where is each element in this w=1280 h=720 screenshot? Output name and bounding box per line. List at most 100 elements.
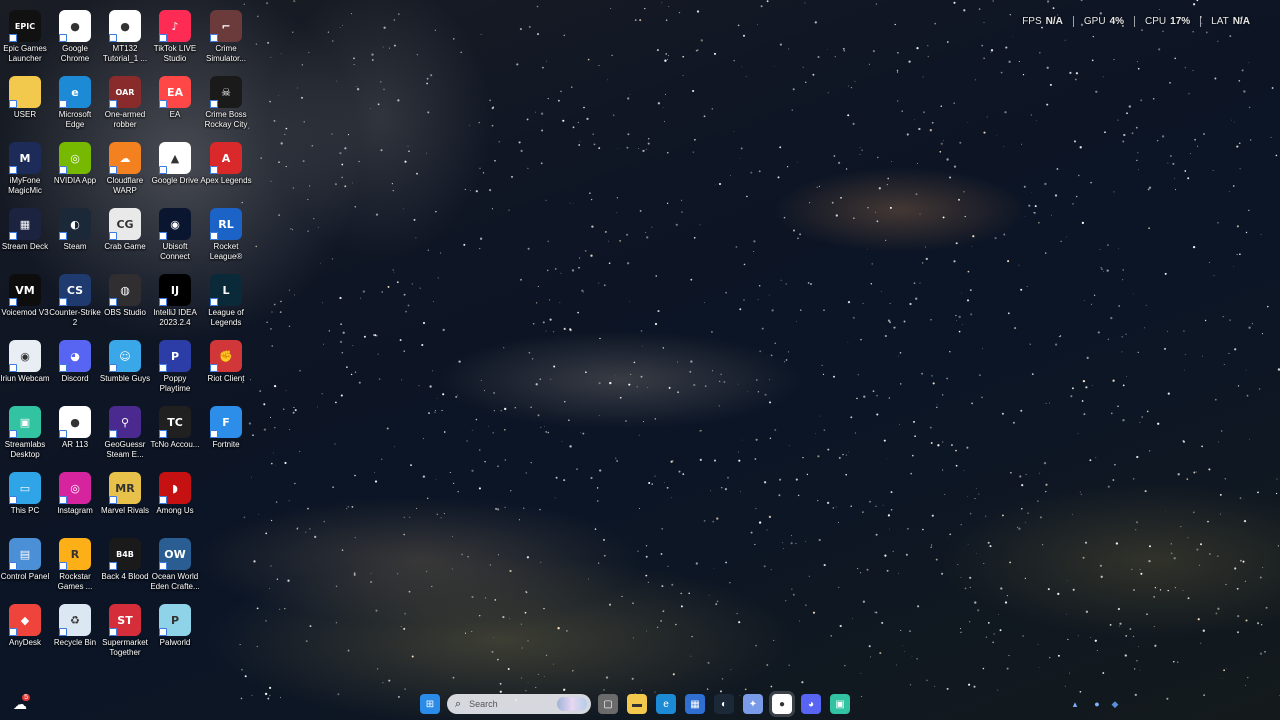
desktop-shortcut-label: Recycle Bin — [53, 638, 97, 647]
desktop-shortcut[interactable]: ⌐ Crime Simulator... — [201, 10, 251, 64]
webcam-icon: ◉ — [9, 340, 41, 372]
desktop-shortcut[interactable]: ☠ Crime Boss Rockay City — [201, 76, 251, 130]
desktop-shortcut[interactable]: ▤ Control Panel — [0, 538, 50, 582]
cloudflare-icon: ☁ — [109, 142, 141, 174]
steam-icon[interactable]: ◐ — [714, 694, 734, 714]
desktop-shortcut[interactable]: TC TcNo Accou... — [150, 406, 200, 450]
desktop-shortcut[interactable]: ● AR 113 — [50, 406, 100, 450]
desktop-shortcut[interactable]: ◐ Steam — [50, 208, 100, 252]
desktop-shortcut[interactable]: ◎ Instagram — [50, 472, 100, 516]
desktop-shortcut[interactable]: F Fortnite — [201, 406, 251, 450]
desktop[interactable]: FPS N/A GPU 4% CPU 17% LAT N/A EPIC Epic … — [0, 0, 1280, 720]
obs-icon: ◍ — [109, 274, 141, 306]
windows-start-icon[interactable]: ⊞ — [420, 694, 440, 714]
taskbar-glyph: ▬ — [632, 698, 642, 710]
desktop-shortcut[interactable]: ◍ OBS Studio — [100, 274, 150, 318]
discord-icon[interactable]: ◕ — [801, 694, 821, 714]
icon-glyph: ◐ — [70, 217, 80, 231]
streamlabs-icon[interactable]: ▣ — [830, 694, 850, 714]
desktop-shortcut[interactable]: ▣ Streamlabs Desktop — [0, 406, 50, 460]
desktop-shortcut[interactable]: P Poppy Playtime — [150, 340, 200, 394]
desktop-shortcut-label: This PC — [10, 506, 40, 515]
tray-chevron-icon[interactable]: ▴ — [1068, 694, 1082, 714]
desktop-shortcut-label: Crime Boss Rockay City — [204, 110, 248, 129]
desktop-shortcut[interactable]: CS Counter-Strike 2 — [49, 274, 101, 328]
rockstar-icon: R — [59, 538, 91, 570]
icon-glyph: ☺ — [119, 349, 131, 363]
icon-glyph: B4B — [116, 549, 134, 559]
desktop-shortcut[interactable]: OW Ocean World Eden Crafte... — [150, 538, 200, 592]
desktop-shortcut[interactable]: P Palworld — [150, 604, 200, 648]
desktop-shortcut[interactable]: ◉ Iriun Webcam — [0, 340, 50, 384]
desktop-shortcut[interactable]: ✊ Riot Client — [201, 340, 251, 384]
desktop-shortcut[interactable]: EA EA — [150, 76, 200, 120]
desktop-shortcut[interactable]: RL Rocket League® — [201, 208, 251, 262]
desktop-shortcut[interactable]: ◉ Ubisoft Connect — [150, 208, 200, 262]
search-box[interactable]: ⌕ Search — [447, 694, 591, 714]
desktop-shortcut[interactable]: ⚲ GeoGuessr Steam E... — [100, 406, 150, 460]
desktop-shortcut[interactable]: ▦ Stream Deck — [0, 208, 50, 252]
task-view-icon[interactable]: ▢ — [598, 694, 618, 714]
icon-glyph: ◕ — [70, 349, 80, 363]
file-explorer-icon[interactable]: ▬ — [627, 694, 647, 714]
icon-glyph: ● — [70, 415, 80, 429]
desktop-shortcut[interactable]: ◗ Among Us — [150, 472, 200, 516]
cpu-value: 17% — [1170, 16, 1191, 27]
desktop-shortcut[interactable]: USER — [0, 76, 50, 120]
desktop-shortcut[interactable]: A Apex Legends — [200, 142, 252, 186]
taskbar: ☁ 5 ⊞ ▢ ▬ e ▦ ◐ ✦ ● ◕ ▣ ⌕ Search ▴ ● ◆ — [0, 688, 1280, 720]
desktop-shortcut[interactable]: EPIC Epic Games Launcher — [0, 10, 50, 64]
chrome-icon[interactable]: ● — [772, 694, 792, 714]
desktop-shortcut-label: Supermarket Together — [102, 638, 148, 657]
desktop-shortcut[interactable]: ● MT132 Tutorial_1 ... — [100, 10, 150, 64]
tray-network-icon[interactable]: ● — [1090, 694, 1104, 714]
desktop-shortcut[interactable]: IJ IntelliJ IDEA 2023.2.4 — [150, 274, 200, 328]
icon-glyph: ST — [117, 613, 133, 627]
nvidia-icon: ◎ — [59, 142, 91, 174]
league-icon: L — [210, 274, 242, 306]
desktop-shortcut-label: Microsoft Edge — [58, 110, 92, 129]
one-armed-robber-icon: OAR — [109, 76, 141, 108]
desktop-shortcut[interactable]: OAR One-armed robber — [100, 76, 150, 130]
desktop-shortcut-label: Control Panel — [0, 572, 50, 581]
streamlabs-icon: ▣ — [9, 406, 41, 438]
desktop-shortcut-label: Riot Client — [207, 374, 245, 383]
ocean-world-icon: OW — [159, 538, 191, 570]
stream-deck-icon: ▦ — [9, 208, 41, 240]
desktop-shortcut[interactable]: CG Crab Game — [100, 208, 150, 252]
steam-icon: ◐ — [59, 208, 91, 240]
notification-icon[interactable]: ☁ 5 — [10, 694, 30, 714]
copilot-icon[interactable]: ✦ — [743, 694, 763, 714]
desktop-shortcut[interactable]: ◆ AnyDesk — [0, 604, 50, 648]
performance-overlay: FPS N/A GPU 4% CPU 17% LAT N/A — [1012, 16, 1260, 27]
edge-icon[interactable]: e — [656, 694, 676, 714]
desktop-shortcut[interactable]: ▲ Google Drive — [150, 142, 200, 186]
desktop-shortcut[interactable]: R Rockstar Games ... — [50, 538, 100, 592]
desktop-shortcut[interactable]: ST Supermarket Together — [100, 604, 150, 658]
icon-glyph: M — [19, 151, 31, 165]
gpu-value: 4% — [1109, 16, 1125, 27]
desktop-shortcut[interactable]: VM Voicemod V3 — [0, 274, 50, 318]
desktop-shortcut[interactable]: B4B Back 4 Blood — [100, 538, 150, 582]
desktop-shortcut[interactable]: L League of Legends — [201, 274, 251, 328]
desktop-shortcut[interactable]: ♪ TikTok LIVE Studio — [150, 10, 200, 64]
desktop-shortcut[interactable]: ♻ Recycle Bin — [50, 604, 100, 648]
taskbar-glyph: ◐ — [720, 698, 728, 710]
cpu-label: CPU — [1145, 16, 1167, 27]
desktop-shortcut[interactable]: MiMyFone MagicMic — [0, 142, 50, 196]
desktop-shortcut[interactable]: ▭ This PC — [0, 472, 50, 516]
microsoft-store-icon[interactable]: ▦ — [685, 694, 705, 714]
crime-simulator-icon: ⌐ — [210, 10, 242, 42]
desktop-shortcut[interactable]: MR Marvel Rivals — [100, 472, 150, 516]
desktop-shortcut[interactable]: ◎ NVIDIA App — [50, 142, 100, 186]
icon-glyph: F — [222, 415, 230, 429]
desktop-shortcut[interactable]: ☁ Cloudflare WARP — [100, 142, 150, 196]
desktop-shortcut[interactable]: e Microsoft Edge — [50, 76, 100, 130]
desktop-shortcut[interactable]: ● Google Chrome — [50, 10, 100, 64]
fps-label: FPS — [1022, 16, 1042, 27]
desktop-shortcut[interactable]: ☺ Stumble Guys — [100, 340, 150, 384]
icon-glyph: ▲ — [170, 151, 180, 165]
tray-app-icon[interactable]: ◆ — [1108, 694, 1122, 714]
tray-app-glyph: ◆ — [1111, 698, 1119, 709]
desktop-shortcut[interactable]: ◕ Discord — [50, 340, 100, 384]
